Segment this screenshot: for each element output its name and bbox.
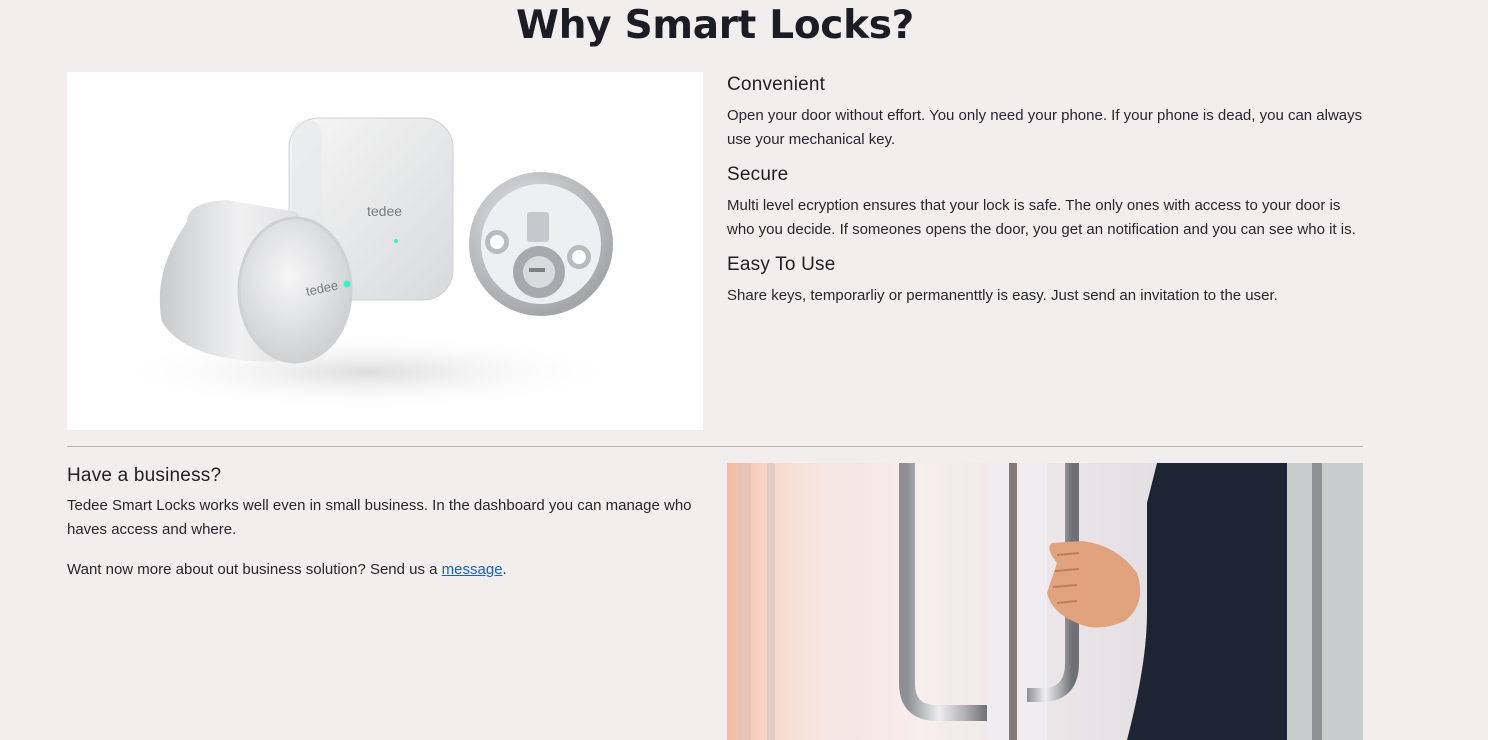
product-image: tedee tedee bbox=[67, 72, 703, 430]
door-handle-image bbox=[727, 463, 1363, 740]
business-cta-prefix: Want now more about out business solutio… bbox=[67, 561, 442, 578]
brand-text-back: tedee bbox=[367, 203, 402, 219]
business-section: Have a business? Tedee Smart Locks works… bbox=[67, 462, 697, 598]
feature-convenient: Convenient Open your door without effort… bbox=[727, 72, 1367, 152]
page-title: Why Smart Locks? bbox=[515, 3, 915, 48]
business-cta: Want now more about out business solutio… bbox=[67, 558, 697, 582]
page: Why Smart Locks? tedee tedee Convenient … bbox=[0, 0, 1488, 740]
feature-text: Share keys, temporarliy or permanenttly … bbox=[727, 287, 1278, 304]
feature-title: Convenient bbox=[727, 74, 826, 95]
business-cta-suffix: . bbox=[502, 561, 507, 578]
feature-secure: Secure Multi level ecryption ensures tha… bbox=[727, 162, 1367, 242]
features-list: Convenient Open your door without effort… bbox=[727, 72, 1367, 318]
feature-title: Secure bbox=[727, 164, 789, 185]
feature-easy-to-use: Easy To Use Share keys, temporarliy or p… bbox=[727, 252, 1367, 308]
feature-text: Multi level ecryption ensures that your … bbox=[727, 197, 1356, 238]
feature-text: Open your door without effort. You only … bbox=[727, 107, 1363, 148]
feature-title: Easy To Use bbox=[727, 254, 836, 275]
business-text: Tedee Smart Locks works well even in sma… bbox=[67, 497, 692, 538]
business-title: Have a business? bbox=[67, 465, 222, 486]
message-link[interactable]: message bbox=[442, 561, 503, 578]
section-divider bbox=[67, 446, 1363, 447]
